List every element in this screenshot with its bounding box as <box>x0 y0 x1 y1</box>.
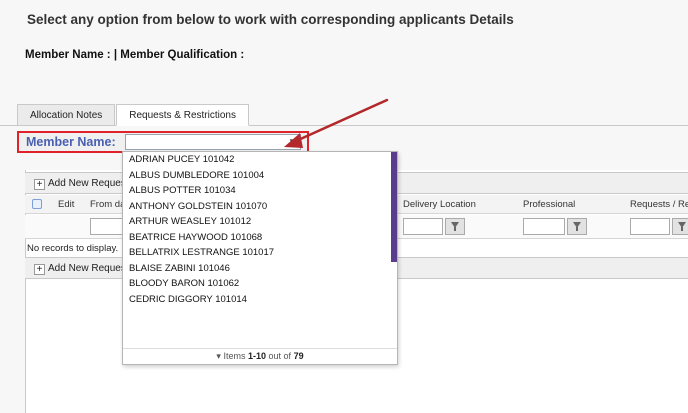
member-option[interactable]: CEDRIC DIGGORY 101014 <box>123 292 391 308</box>
member-option[interactable]: ADRIAN PUCEY 101042 <box>123 152 391 168</box>
col-requests[interactable]: Requests / Re <box>630 199 688 210</box>
filter-input-requests[interactable] <box>630 218 670 235</box>
member-option[interactable]: BLOODY BARON 101062 <box>123 276 391 292</box>
add-new-request-button[interactable]: + Add New Reques <box>34 178 126 190</box>
arrow-shaft <box>294 98 389 143</box>
filter-button-requests[interactable] <box>672 218 688 235</box>
filter-input-professional[interactable] <box>523 218 565 235</box>
member-option[interactable]: ANTHONY GOLDSTEIN 101070 <box>123 199 391 215</box>
member-option[interactable]: BELLATRIX LESTRANGE 101017 <box>123 245 391 261</box>
member-option[interactable]: ALBUS DUMBLEDORE 101004 <box>123 168 391 184</box>
member-option[interactable]: ARTHUR WEASLEY 101012 <box>123 214 391 230</box>
tab-allocation-notes[interactable]: Allocation Notes <box>17 104 116 126</box>
faint-background-text <box>45 29 48 39</box>
member-info: Member Name : | Member Qualification : <box>25 49 245 61</box>
col-edit: Edit <box>58 199 75 210</box>
pager-range: 1-10 <box>247 351 266 361</box>
member-option[interactable]: BLAISE ZABINI 101046 <box>123 261 391 277</box>
filter-button-professional[interactable] <box>567 218 587 235</box>
filter-input-delivery-location[interactable] <box>403 218 443 235</box>
add-new-request-label: Add New Reques <box>48 263 126 274</box>
member-options: ADRIAN PUCEY 101042 ALBUS DUMBLEDORE 101… <box>123 152 391 307</box>
member-dropdown-list: ADRIAN PUCEY 101042 ALBUS DUMBLEDORE 101… <box>122 151 398 365</box>
plus-icon: + <box>34 179 45 190</box>
member-option[interactable]: ALBUS POTTER 101034 <box>123 183 391 199</box>
add-new-request-button-bottom[interactable]: + Add New Reques <box>34 263 126 275</box>
dropdown-arrow-icon[interactable]: ▼ <box>288 135 296 149</box>
add-new-request-label: Add New Reques <box>48 178 126 189</box>
member-option[interactable]: BEATRICE HAYWOOD 101068 <box>123 230 391 246</box>
pager-prefix: Items <box>223 351 246 361</box>
page-title: Select any option from below to work wit… <box>27 12 514 27</box>
tab-requests-restrictions[interactable]: Requests & Restrictions <box>116 104 249 126</box>
no-records-message: No records to display. <box>27 243 119 254</box>
member-name-selector: Member Name: ▼ <box>17 131 309 153</box>
tab-strip: Allocation Notes Requests & Restrictions <box>17 104 250 126</box>
pager-middle: out of <box>268 351 292 361</box>
col-from-date[interactable]: From da <box>90 199 125 210</box>
dropdown-pager: ▾ Items 1-10 out of 79 <box>123 348 397 364</box>
plus-icon: + <box>34 264 45 275</box>
select-all-checkbox[interactable] <box>32 199 42 209</box>
col-delivery-location[interactable]: Delivery Location <box>403 199 476 210</box>
pager-arrow-icon: ▾ <box>216 351 221 361</box>
dropdown-scrollbar[interactable] <box>391 152 397 262</box>
filter-button-delivery-location[interactable] <box>445 218 465 235</box>
member-name-label: Member Name: <box>26 135 116 149</box>
member-name-combobox[interactable]: ▼ <box>125 134 301 150</box>
pager-total: 79 <box>293 351 304 361</box>
col-professional[interactable]: Professional <box>523 199 575 210</box>
